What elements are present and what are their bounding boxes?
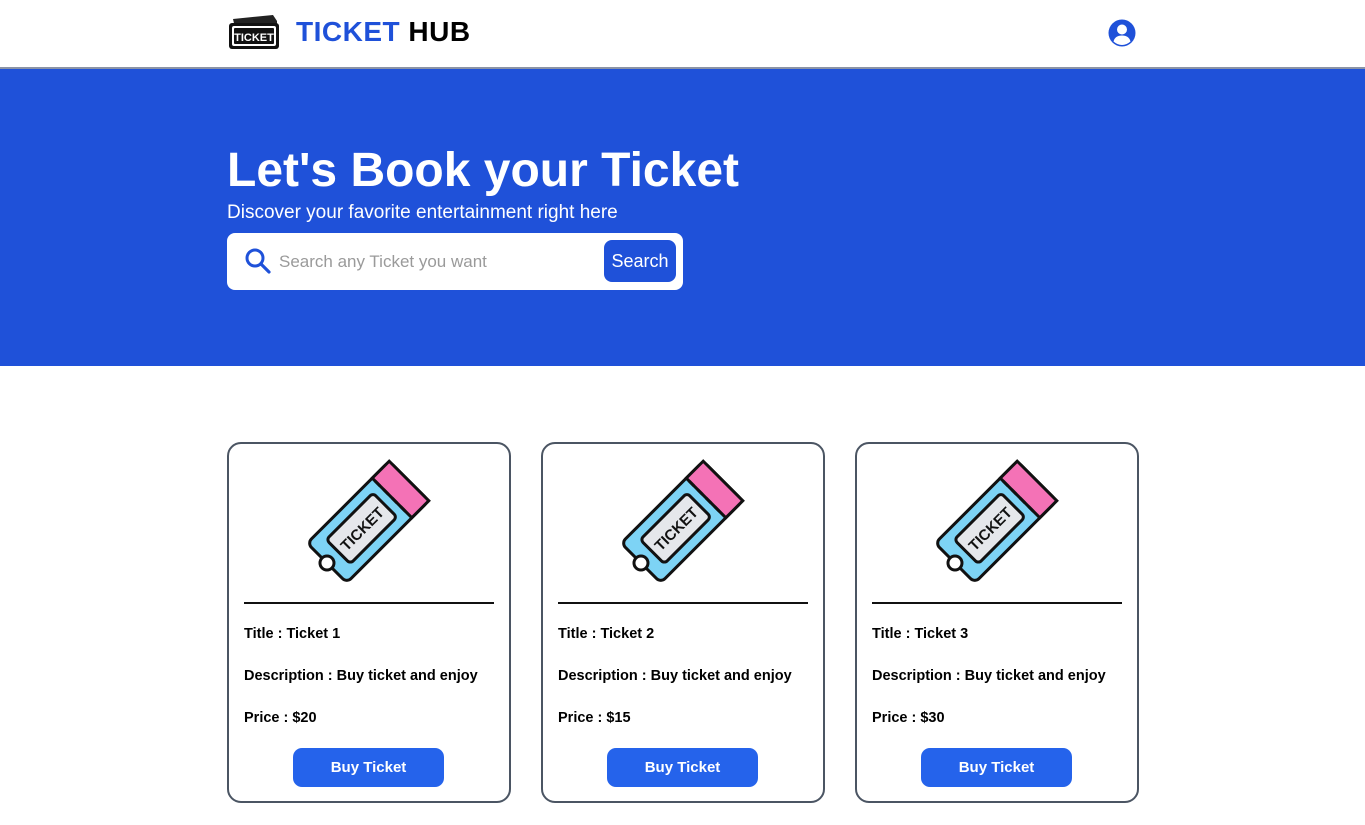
profile-button[interactable] — [1107, 18, 1137, 48]
buy-ticket-button[interactable]: Buy Ticket — [607, 748, 758, 787]
ticket-card: TICKET Title : Ticket 1 Description : Bu… — [227, 442, 511, 803]
card-price: Price : $30 — [872, 710, 945, 726]
brand-name: TICKET HUB — [296, 18, 471, 46]
card-price: Price : $20 — [244, 710, 317, 726]
card-description: Description : Buy ticket and enjoy — [558, 668, 792, 684]
top-navbar: TICKET TICKET HUB — [0, 0, 1365, 69]
card-title: Title : Ticket 1 — [244, 626, 341, 642]
ticket-image: TICKET — [622, 459, 745, 582]
card-divider — [872, 602, 1122, 604]
ticket-image: TICKET — [308, 459, 431, 582]
card-divider — [558, 602, 808, 604]
hero-banner: Let's Book your Ticket Discover your fav… — [0, 69, 1365, 366]
ticket-card: TICKET Title : Ticket 3 Description : Bu… — [855, 442, 1139, 803]
hero-title: Let's Book your Ticket — [227, 144, 739, 197]
search-button[interactable]: Search — [604, 240, 676, 282]
ticket-image: TICKET — [936, 459, 1059, 582]
logo-link[interactable]: TICKET TICKET HUB — [227, 13, 471, 51]
ticket-card: TICKET Title : Ticket 2 Description : Bu… — [541, 442, 825, 803]
search-icon — [245, 248, 271, 274]
search-input[interactable] — [279, 245, 599, 278]
card-title: Title : Ticket 3 — [872, 626, 969, 642]
card-divider — [244, 602, 494, 604]
card-title: Title : Ticket 2 — [558, 626, 655, 642]
card-description: Description : Buy ticket and enjoy — [872, 668, 1106, 684]
brand-name-part2: HUB — [408, 16, 471, 47]
ticket-logo-icon: TICKET — [229, 15, 279, 49]
user-circle-icon — [1108, 19, 1136, 47]
buy-ticket-button[interactable]: Buy Ticket — [921, 748, 1072, 787]
card-price: Price : $15 — [558, 710, 631, 726]
card-description: Description : Buy ticket and enjoy — [244, 668, 478, 684]
hero-subtitle: Discover your favorite entertainment rig… — [227, 202, 618, 223]
brand-name-part1: TICKET — [296, 16, 401, 47]
search-bar: Search — [227, 233, 683, 290]
svg-text:TICKET: TICKET — [234, 32, 274, 44]
buy-ticket-button[interactable]: Buy Ticket — [293, 748, 444, 787]
